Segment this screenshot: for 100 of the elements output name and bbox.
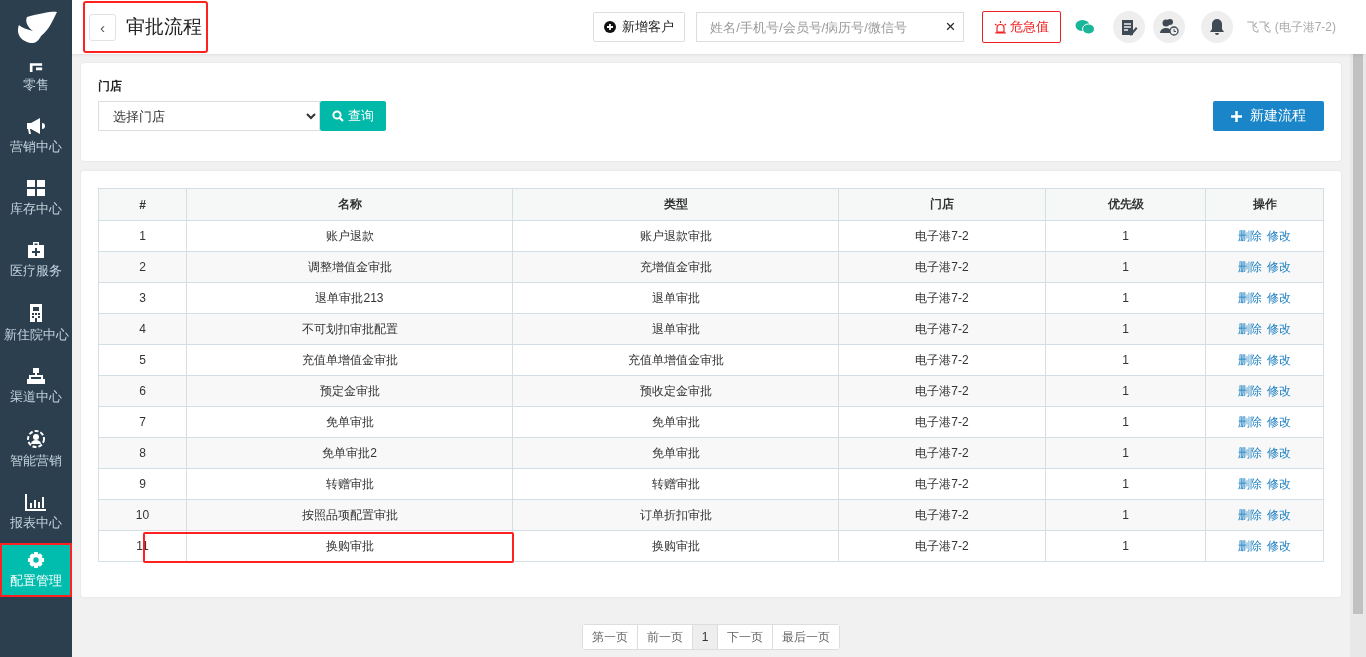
table-cell: 1 bbox=[1045, 282, 1206, 314]
table-cell: 电子港7-2 bbox=[838, 406, 1046, 438]
sidebar-item[interactable]: 零售 bbox=[0, 54, 72, 101]
page-button[interactable]: 第一页 bbox=[582, 625, 638, 649]
table-cell: 换购审批 bbox=[512, 530, 839, 562]
sidebar-item[interactable]: 库存中心 bbox=[0, 171, 72, 225]
table-cell: 1 bbox=[1045, 344, 1206, 376]
table-cell: 7 bbox=[98, 406, 187, 438]
table-cell: 预收定金审批 bbox=[512, 375, 839, 407]
bell-icon[interactable] bbox=[1201, 11, 1234, 43]
page-button[interactable]: 1 bbox=[692, 625, 719, 649]
table-cell: 调整增值金审批 bbox=[307, 259, 392, 274]
table-cell: 充值单增值金审批 bbox=[301, 352, 398, 367]
delete-link[interactable]: 删除 bbox=[1237, 414, 1262, 429]
column-header: 门店 bbox=[838, 188, 1046, 221]
delete-link[interactable]: 删除 bbox=[1237, 476, 1262, 491]
edit-link[interactable]: 修改 bbox=[1267, 445, 1292, 460]
table-cell: 1 bbox=[1045, 375, 1206, 407]
table-cell: 免单审批 bbox=[512, 406, 839, 438]
delete-link[interactable]: 删除 bbox=[1237, 445, 1262, 460]
chart-icon bbox=[25, 493, 47, 511]
table-cell: 电子港7-2 bbox=[838, 437, 1046, 469]
delete-link[interactable]: 删除 bbox=[1237, 228, 1262, 243]
table-cell: 3 bbox=[98, 282, 187, 314]
edit-link[interactable]: 修改 bbox=[1267, 383, 1292, 398]
sidebar-item[interactable]: 智能营销 bbox=[0, 421, 72, 477]
edit-link[interactable]: 修改 bbox=[1267, 321, 1292, 336]
building-icon bbox=[28, 303, 44, 323]
delete-link[interactable]: 删除 bbox=[1237, 259, 1262, 274]
sidebar-item[interactable]: 报表中心 bbox=[0, 485, 72, 539]
scrollbar[interactable] bbox=[1350, 54, 1366, 657]
delete-link[interactable]: 删除 bbox=[1237, 352, 1262, 367]
column-header: 操作 bbox=[1205, 188, 1324, 221]
sidebar-item[interactable]: 营销中心 bbox=[0, 109, 72, 163]
sidebar-item[interactable]: 新住院中心 bbox=[0, 295, 72, 351]
critical-value-button[interactable]: 危急值 bbox=[982, 11, 1062, 43]
sidebar-item[interactable]: 渠道中心 bbox=[0, 359, 72, 413]
users-clock-icon[interactable] bbox=[1153, 11, 1186, 43]
clipboard-icon[interactable] bbox=[1113, 11, 1146, 43]
megaphone-icon bbox=[26, 117, 46, 135]
edit-link[interactable]: 修改 bbox=[1267, 476, 1292, 491]
delete-link[interactable]: 删除 bbox=[1237, 290, 1262, 305]
person-icon bbox=[26, 429, 46, 449]
clear-button[interactable]: × bbox=[945, 17, 956, 37]
table-cell: 充增值金审批 bbox=[512, 251, 839, 283]
table-cell: 1 bbox=[1045, 499, 1206, 531]
delete-link[interactable]: 删除 bbox=[1237, 383, 1262, 398]
edit-link[interactable]: 修改 bbox=[1267, 259, 1292, 274]
sidebar-item[interactable]: 医疗服务 bbox=[0, 233, 72, 287]
sidebar-item[interactable]: 配置管理 bbox=[0, 543, 72, 597]
table-cell: 1 bbox=[1045, 251, 1206, 283]
table-cell: 电子港7-2 bbox=[838, 530, 1046, 562]
table-cell: 换购审批 bbox=[325, 538, 374, 553]
table-cell: 转赠审批 bbox=[512, 468, 839, 500]
delete-link[interactable]: 删除 bbox=[1237, 321, 1262, 336]
edit-link[interactable]: 修改 bbox=[1267, 538, 1292, 553]
table-cell: 退单审批 bbox=[512, 282, 839, 314]
new-flow-button[interactable]: 新建流程 bbox=[1213, 101, 1324, 131]
table-cell: 10 bbox=[98, 499, 187, 531]
store-label: 门店 bbox=[98, 78, 123, 95]
edit-link[interactable]: 修改 bbox=[1267, 414, 1292, 429]
grid-icon bbox=[26, 179, 46, 197]
table-cell: 9 bbox=[98, 468, 187, 500]
table-cell: 8 bbox=[98, 437, 187, 469]
column-header: 类型 bbox=[512, 188, 839, 221]
table-cell: 订单折扣审批 bbox=[512, 499, 839, 531]
column-header: # bbox=[98, 188, 187, 221]
search-field[interactable]: 姓名/手机号/会员号/病历号/微信号 × bbox=[696, 12, 965, 42]
siren-icon bbox=[994, 20, 1008, 34]
delete-link[interactable]: 删除 bbox=[1237, 507, 1262, 522]
table-cell: 免单审批 bbox=[325, 414, 374, 429]
table-cell: 电子港7-2 bbox=[838, 251, 1046, 283]
store-select[interactable]: 选择门店 bbox=[98, 101, 320, 131]
chat-icon[interactable] bbox=[1075, 19, 1096, 35]
table-cell: 电子港7-2 bbox=[838, 468, 1046, 500]
user-menu[interactable]: 飞飞 (电子港7-2) bbox=[1247, 18, 1336, 36]
table-cell: 2 bbox=[98, 251, 187, 283]
add-customer-button[interactable]: 新增客户 bbox=[593, 12, 686, 42]
table-cell: 电子港7-2 bbox=[838, 344, 1046, 376]
table-cell: 免单审批2 bbox=[322, 445, 377, 460]
table-cell: 6 bbox=[98, 375, 187, 407]
edit-link[interactable]: 修改 bbox=[1267, 352, 1292, 367]
retail-icon bbox=[29, 62, 43, 73]
column-header: 优先级 bbox=[1045, 188, 1206, 221]
table-cell: 1 bbox=[1045, 406, 1206, 438]
edit-link[interactable]: 修改 bbox=[1267, 290, 1292, 305]
table-cell: 电子港7-2 bbox=[838, 220, 1046, 252]
edit-link[interactable]: 修改 bbox=[1267, 507, 1292, 522]
page-title: 审批流程 bbox=[126, 15, 202, 39]
table-cell: 充值单增值金审批 bbox=[512, 344, 839, 376]
medkit-icon bbox=[26, 241, 46, 259]
table-cell: 账户退款审批 bbox=[512, 220, 839, 252]
back-button[interactable]: ‹ bbox=[89, 13, 116, 41]
table-cell: 1 bbox=[1045, 437, 1206, 469]
plus-icon bbox=[1231, 110, 1242, 122]
query-button[interactable]: 查询 bbox=[320, 101, 386, 131]
table-cell: 不可划扣审批配置 bbox=[301, 321, 398, 336]
delete-link[interactable]: 删除 bbox=[1237, 538, 1262, 553]
table-cell: 电子港7-2 bbox=[838, 375, 1046, 407]
edit-link[interactable]: 修改 bbox=[1267, 228, 1292, 243]
